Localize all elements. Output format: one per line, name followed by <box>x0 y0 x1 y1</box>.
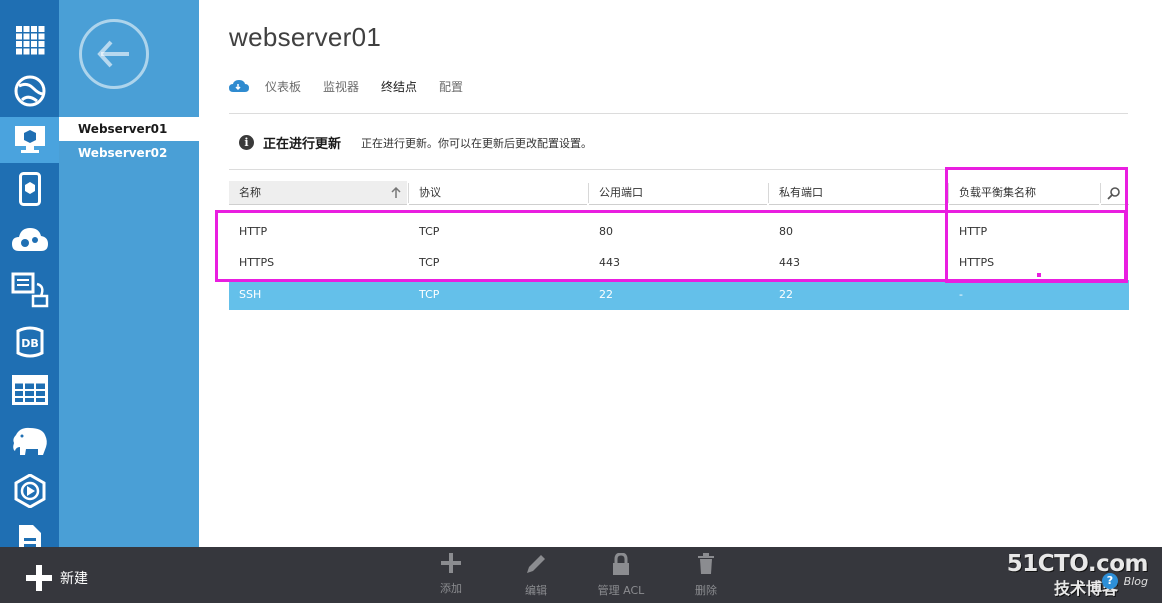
cell-public-port: 22 <box>599 288 613 301</box>
tab-configure[interactable]: 配置 <box>439 78 463 95</box>
back-button[interactable] <box>79 19 149 89</box>
update-notice: i 正在进行更新 正在进行更新。你可以在更新后更改配置设置。 <box>239 133 592 152</box>
virtual-machine-icon <box>14 126 45 153</box>
table-storage-icon <box>11 375 48 405</box>
lock-icon <box>613 552 629 575</box>
plus-icon <box>441 553 461 573</box>
all-items-nav[interactable] <box>0 17 59 63</box>
cloud-status-icon <box>229 79 249 93</box>
trash-icon <box>698 553 714 574</box>
notice-text: 正在进行更新。你可以在更新后更改配置设置。 <box>361 136 593 150</box>
database-icon: DB <box>16 326 43 358</box>
help-icon: ? <box>1102 573 1118 589</box>
mobile-services-nav[interactable] <box>0 166 59 212</box>
web-sites-nav[interactable] <box>0 68 59 114</box>
tab-bar: 仪表板 监视器 终结点 配置 <box>229 76 485 96</box>
sort-ascending-icon <box>391 187 401 198</box>
column-header-protocol[interactable]: 协议 <box>409 181 587 205</box>
cell-name: SSH <box>239 288 262 301</box>
delete-label: 删除 <box>695 584 717 597</box>
annotation-dot <box>1037 273 1041 277</box>
info-icon: i <box>239 135 254 150</box>
media-services-icon <box>14 474 45 508</box>
column-header-label: 名称 <box>239 186 261 199</box>
header-divider <box>229 113 1128 114</box>
vm-list-item-webserver02[interactable]: Webserver02 <box>59 141 199 165</box>
batch-nav[interactable] <box>0 267 59 313</box>
cell-protocol: TCP <box>419 288 440 301</box>
column-header-public-port[interactable]: 公用端口 <box>589 181 767 205</box>
cell-lb-set: - <box>959 288 963 301</box>
command-bar: 新建 添加 编辑 管理 ACL 删除 51CTO.com 技术博客 ? Blog <box>0 547 1162 603</box>
cloud-services-icon <box>11 228 48 251</box>
pencil-icon <box>527 555 545 573</box>
left-icon-rail: DB <box>0 0 59 552</box>
column-header-name[interactable]: 名称 <box>229 181 407 205</box>
plus-icon <box>26 565 52 591</box>
storage-nav[interactable] <box>0 367 59 413</box>
watermark: 51CTO.com 技术博客 ? Blog <box>1007 551 1149 599</box>
manage-acl-button[interactable]: 管理 ACL <box>586 552 656 598</box>
virtual-machines-nav[interactable] <box>0 117 59 163</box>
media-services-nav[interactable] <box>0 468 59 514</box>
globe-icon <box>14 75 45 107</box>
back-arrow-icon <box>97 40 129 68</box>
edit-endpoint-button[interactable]: 编辑 <box>501 553 571 598</box>
new-button-label: 新建 <box>60 571 88 587</box>
tab-endpoints[interactable]: 终结点 <box>381 78 417 95</box>
batch-icon <box>11 272 48 308</box>
cell-private-port: 22 <box>779 288 793 301</box>
cloud-services-nav[interactable] <box>0 217 59 263</box>
vm-list-panel: Webserver01 Webserver02 <box>59 0 199 547</box>
highlight-box-lb-column <box>945 167 1128 283</box>
add-endpoint-button[interactable]: 添加 <box>416 553 486 596</box>
tab-dashboard[interactable]: 仪表板 <box>265 78 301 95</box>
hdinsight-elephant-icon <box>12 427 47 455</box>
table-row-ssh[interactable]: SSH TCP 22 22 - <box>229 280 1129 310</box>
grid-icon <box>15 26 44 55</box>
svg-text:DB: DB <box>21 337 39 350</box>
hdinsight-nav[interactable] <box>0 418 59 464</box>
page-title: webserver01 <box>229 22 382 52</box>
delete-endpoint-button[interactable]: 删除 <box>671 553 741 598</box>
add-label: 添加 <box>440 582 462 595</box>
column-header-private-port[interactable]: 私有端口 <box>769 181 947 205</box>
watermark-site: 51CTO.com <box>1006 551 1149 577</box>
manage-acl-label: 管理 ACL <box>597 584 645 597</box>
mobile-service-icon <box>18 172 41 206</box>
vm-list-item-webserver01[interactable]: Webserver01 <box>59 117 199 141</box>
watermark-blog: Blog <box>1123 575 1148 588</box>
sql-database-nav[interactable]: DB <box>0 319 59 365</box>
tab-monitor[interactable]: 监视器 <box>323 78 359 95</box>
new-button[interactable]: 新建 <box>26 565 88 591</box>
edit-label: 编辑 <box>525 584 547 597</box>
notice-title: 正在进行更新 <box>263 137 342 152</box>
